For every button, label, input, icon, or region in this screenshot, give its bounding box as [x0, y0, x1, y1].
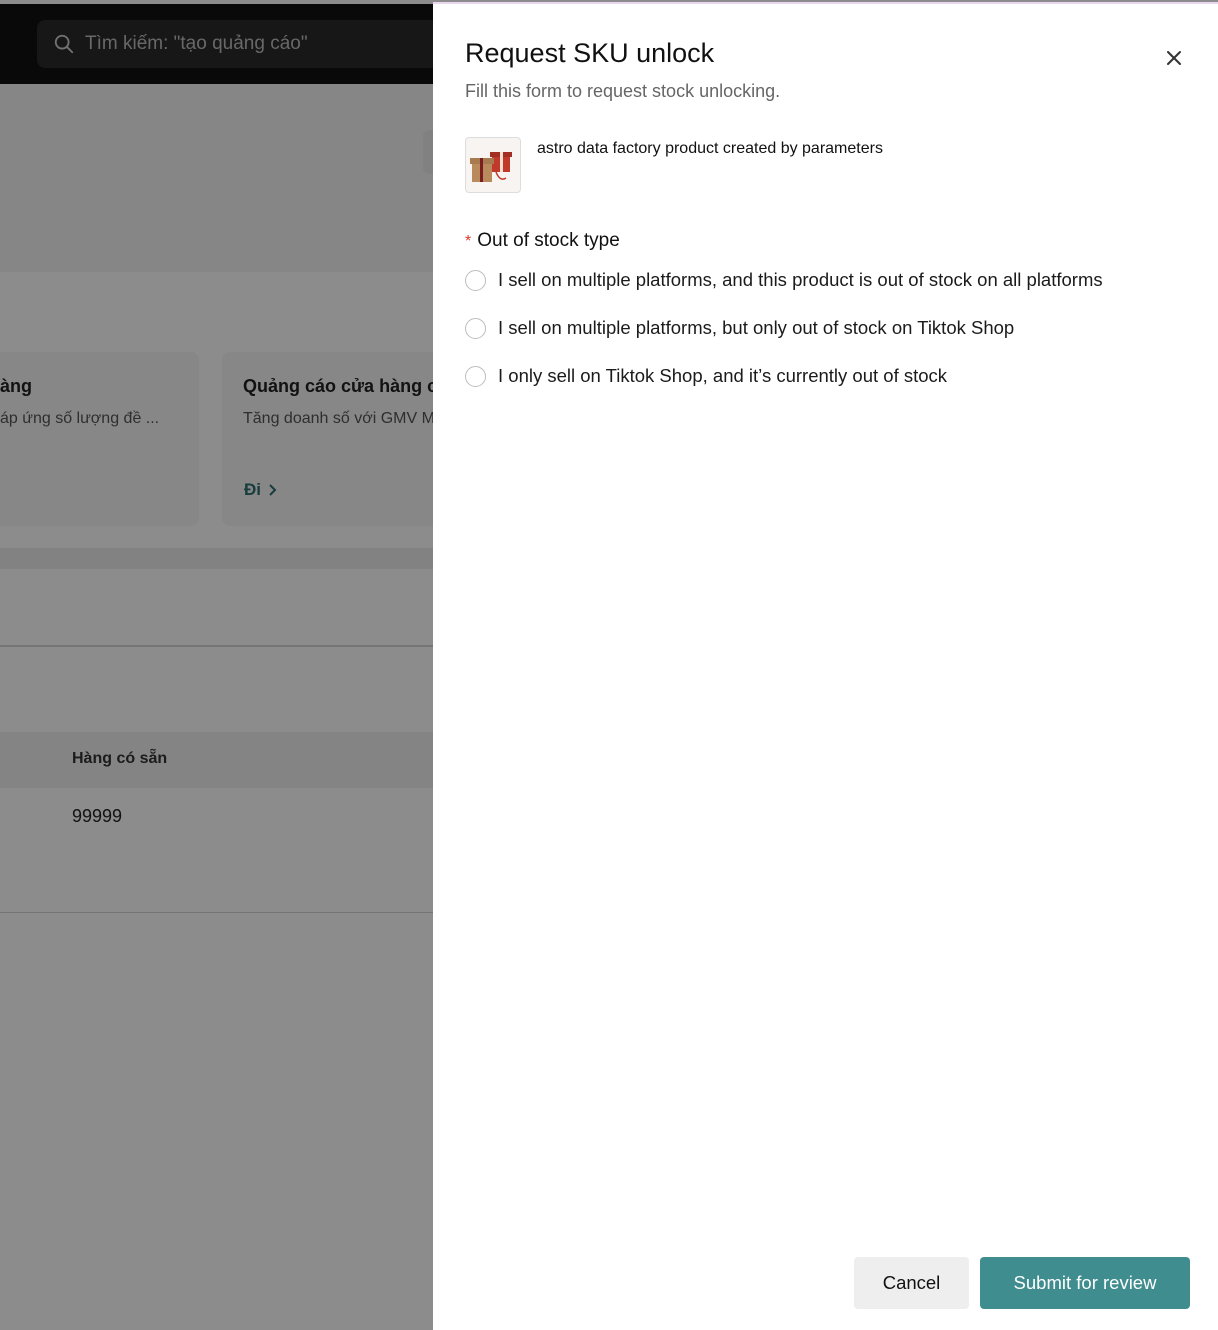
radio-button[interactable]	[465, 317, 486, 339]
radio-option-label: I sell on multiple platforms, but only o…	[498, 317, 1015, 338]
radio-button[interactable]	[465, 365, 486, 387]
radio-option-tiktok-only-seller[interactable]: I only sell on Tiktok Shop, and it’s cur…	[465, 365, 947, 387]
field-label: * Out of stock type	[465, 230, 620, 252]
radio-button[interactable]	[465, 269, 486, 291]
request-sku-unlock-drawer: Request SKU unlock Fill this form to req…	[433, 4, 1218, 1330]
product-name: astro data factory product created by pa…	[537, 140, 883, 157]
field-label-text: Out of stock type	[477, 230, 620, 251]
drawer-title: Request SKU unlock	[465, 38, 715, 68]
drawer-subtitle: Fill this form to request stock unlockin…	[465, 81, 781, 101]
cancel-button[interactable]: Cancel	[854, 1257, 969, 1309]
radio-option-all-platforms[interactable]: I sell on multiple platforms, and this p…	[465, 269, 1103, 291]
radio-option-label: I sell on multiple platforms, and this p…	[498, 269, 1103, 290]
close-icon[interactable]	[1160, 44, 1188, 72]
gift-box-image	[470, 152, 512, 182]
required-mark: *	[465, 233, 472, 250]
product-thumbnail	[465, 137, 521, 193]
submit-for-review-button[interactable]: Submit for review	[980, 1257, 1190, 1309]
radio-option-label: I only sell on Tiktok Shop, and it’s cur…	[498, 365, 948, 386]
radio-option-tiktok-only-out[interactable]: I sell on multiple platforms, but only o…	[465, 317, 1014, 339]
